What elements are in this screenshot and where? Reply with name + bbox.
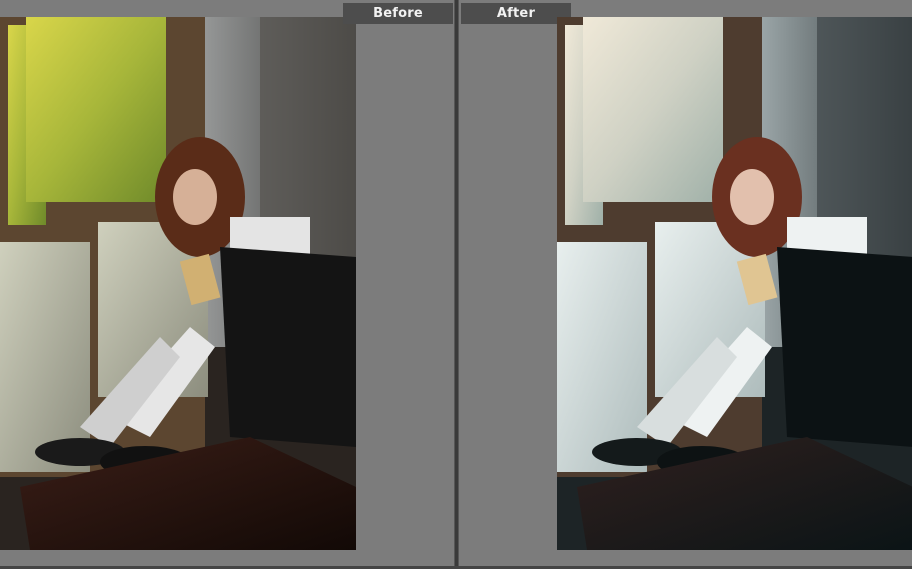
after-label: After bbox=[461, 3, 571, 24]
before-pane: Before bbox=[0, 0, 454, 566]
after-photo bbox=[557, 17, 912, 550]
before-photo bbox=[0, 17, 356, 550]
after-pane: After bbox=[459, 0, 912, 566]
comparison-view: Before After bbox=[0, 0, 912, 569]
before-label: Before bbox=[343, 3, 453, 24]
